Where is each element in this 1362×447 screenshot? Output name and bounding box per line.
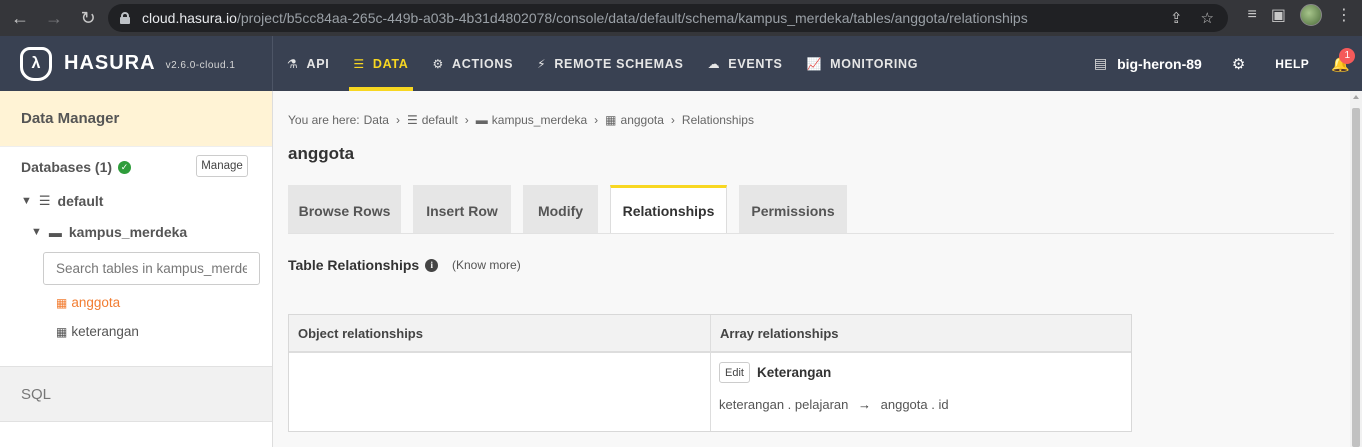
- table-icon: ▦: [56, 324, 68, 339]
- database-icon: ☰: [38, 193, 51, 208]
- breadcrumb-current: Relationships: [681, 113, 754, 127]
- relationship-to: anggota . id: [880, 397, 949, 412]
- address-bar[interactable]: cloud.hasura.io/project/b5cc84aa-265c-44…: [108, 4, 1228, 32]
- table-icon: ▦: [56, 295, 68, 310]
- tab-divider: [288, 233, 1334, 234]
- array-relationships-cell: Edit Keterangan keterangan . pelajaran →…: [711, 353, 1131, 431]
- star-icon[interactable]: ☆: [1201, 9, 1214, 27]
- settings-gear-icon[interactable]: ⚙: [1232, 55, 1245, 73]
- breadcrumb-schema[interactable]: kampus_merdeka: [492, 113, 587, 127]
- search-tables-input[interactable]: [43, 252, 260, 285]
- reading-list-icon[interactable]: ≡: [1248, 6, 1257, 24]
- sql-link[interactable]: SQL: [0, 366, 272, 422]
- page-title: anggota: [288, 144, 355, 163]
- relationship-mapping: keterangan . pelajaran → anggota . id: [719, 397, 949, 412]
- tab-permissions[interactable]: Permissions: [739, 185, 847, 234]
- tab-insert-row[interactable]: Insert Row: [413, 185, 511, 234]
- folder-icon: ▬: [475, 113, 488, 127]
- tab-browse-rows[interactable]: Browse Rows: [288, 185, 401, 234]
- plug-icon: ⚡: [537, 56, 547, 71]
- menu-item-remote-schemas[interactable]: ⚡ REMOTE SCHEMAS: [525, 36, 695, 91]
- breadcrumb-database[interactable]: default: [422, 113, 458, 127]
- table-tabs: Browse Rows Insert Row Modify Relationsh…: [288, 185, 859, 234]
- hasura-logo-icon: λ: [20, 46, 52, 81]
- chevron-right-icon: ›: [594, 113, 599, 127]
- menu-item-actions[interactable]: ⚙ ACTIONS: [421, 36, 526, 91]
- brand-version: v2.6.0-cloud.1: [165, 60, 236, 71]
- section-title: Table Relationships i: [288, 257, 439, 273]
- arrow-right-icon: →: [858, 397, 871, 412]
- project-selector[interactable]: ▤ big-heron-89: [1094, 55, 1202, 72]
- flask-icon: ⚗: [287, 56, 299, 71]
- relationships-table: Object relationships Array relationships…: [288, 314, 1132, 432]
- menu-item-data[interactable]: ☰ DATA: [341, 36, 420, 91]
- breadcrumb-data[interactable]: Data: [364, 113, 389, 127]
- scrollbar-thumb[interactable]: [1352, 108, 1360, 447]
- lock-icon: [120, 12, 130, 24]
- main-content: You are here: Data › ☰ default › ▬ kampu…: [273, 91, 1350, 447]
- reload-icon[interactable]: ↻: [74, 4, 102, 32]
- menu-item-api[interactable]: ⚗ API: [275, 36, 341, 91]
- info-circle-icon[interactable]: i: [425, 258, 439, 272]
- main-menu: ⚗ API ☰ DATA ⚙ ACTIONS ⚡ REMOTE SCHEMAS ☁ EVE…: [273, 36, 930, 91]
- server-icon: ▤: [1093, 55, 1108, 71]
- vertical-scrollbar[interactable]: [1350, 91, 1362, 447]
- array-relationships-header: Array relationships: [720, 325, 839, 341]
- data-manager-header[interactable]: Data Manager: [0, 91, 272, 147]
- object-relationships-cell: [289, 353, 711, 431]
- kebab-menu-icon[interactable]: ⋮: [1336, 5, 1352, 25]
- chevron-down-icon: ▼: [31, 226, 42, 238]
- table-header-row: Object relationships Array relationships: [289, 315, 1131, 353]
- check-circle-icon: ✓: [118, 160, 132, 174]
- cloud-icon: ☁: [707, 56, 721, 71]
- edit-relationship-button[interactable]: Edit: [719, 362, 750, 383]
- object-relationships-header: Object relationships: [289, 315, 711, 351]
- side-panel-icon[interactable]: ▣: [1271, 5, 1286, 25]
- tab-relationships[interactable]: Relationships: [610, 185, 727, 234]
- forward-arrow-icon[interactable]: →: [40, 4, 68, 32]
- relationship-from: keterangan . pelajaran: [719, 397, 849, 412]
- menu-item-events[interactable]: ☁ EVENTS: [696, 36, 795, 91]
- breadcrumb: You are here: Data › ☰ default › ▬ kampu…: [288, 113, 754, 127]
- databases-label: Databases (1) ✓: [21, 159, 132, 175]
- tree-database-default[interactable]: ▼ ☰ default: [21, 193, 103, 209]
- know-more-link[interactable]: (Know more): [452, 258, 521, 272]
- browser-toolbar: ← → ↻ cloud.hasura.io/project/b5cc84aa-2…: [0, 0, 1362, 36]
- database-icon: ☰: [406, 113, 418, 127]
- relationship-name: Keterangan: [757, 365, 832, 380]
- scroll-up-arrow-icon[interactable]: [1353, 95, 1359, 99]
- chevron-right-icon: ›: [670, 113, 675, 127]
- tab-modify[interactable]: Modify: [523, 185, 598, 234]
- help-button[interactable]: HELP: [1275, 57, 1309, 71]
- folder-open-icon: ▬: [48, 224, 62, 240]
- top-navigation: λ HASURA v2.6.0-cloud.1 ⚗ API ☰ DATA ⚙ ACTI…: [0, 36, 1362, 91]
- database-icon: ☰: [353, 56, 365, 71]
- profile-avatar[interactable]: [1300, 4, 1322, 26]
- breadcrumb-table[interactable]: anggota: [621, 113, 664, 127]
- manage-button[interactable]: Manage: [196, 155, 248, 177]
- notification-bell-icon[interactable]: 🔔 1: [1331, 47, 1356, 73]
- back-arrow-icon[interactable]: ←: [6, 4, 34, 32]
- chevron-down-icon: ▼: [21, 195, 32, 207]
- chevron-right-icon: ›: [464, 113, 469, 127]
- brand[interactable]: λ HASURA v2.6.0-cloud.1: [0, 36, 273, 91]
- chevron-right-icon: ›: [395, 113, 400, 127]
- table-item-anggota[interactable]: ▦ anggota: [56, 295, 120, 310]
- tree-schema-kampus-merdeka[interactable]: ▼ ▬ kampus_merdeka: [31, 224, 187, 240]
- url-text: cloud.hasura.io/project/b5cc84aa-265c-44…: [142, 10, 1028, 26]
- notification-badge: 1: [1339, 47, 1356, 64]
- sidebar: Data Manager Databases (1) ✓ Manage ▼ ☰ …: [0, 91, 273, 447]
- share-icon[interactable]: ⇪: [1170, 9, 1183, 27]
- table-item-keterangan[interactable]: ▦ keterangan: [56, 324, 139, 339]
- table-icon: ▦: [605, 113, 617, 127]
- menu-item-monitoring[interactable]: 📈 MONITORING: [795, 36, 931, 91]
- table-row: Edit Keterangan keterangan . pelajaran →…: [289, 353, 1131, 431]
- line-chart-icon: 📈: [806, 56, 823, 71]
- cogs-icon: ⚙: [432, 56, 445, 71]
- brand-name: HASURA: [64, 52, 156, 74]
